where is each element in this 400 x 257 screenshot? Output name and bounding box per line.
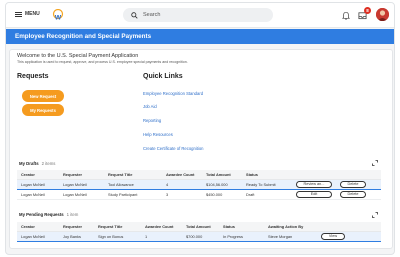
column-header: Status <box>219 222 264 232</box>
column-header: Creator <box>17 170 59 180</box>
cell-total-amount: $104,56.000 <box>202 178 242 190</box>
new-request-button[interactable]: New Request <box>22 90 64 102</box>
page-title: Employee Recognition and Special Payment… <box>15 33 152 40</box>
expand-icon[interactable] <box>372 212 378 218</box>
cell-creator: Logan McNeil <box>17 178 59 190</box>
review-button[interactable]: Review an... <box>296 180 332 188</box>
expand-icon[interactable] <box>372 160 378 166</box>
cell-awardee-count: 1 <box>141 230 182 242</box>
user-photo-icon <box>376 8 389 21</box>
cell-awardee-count: 3 <box>162 189 202 200</box>
column-header: Awardee Count <box>141 222 182 232</box>
quick-link-reporting[interactable]: Reporting <box>143 118 161 123</box>
cell-title: Tool Allowance <box>104 178 162 190</box>
page-banner: Employee Recognition and Special Payment… <box>6 29 394 44</box>
cell-status: Draft <box>242 189 292 200</box>
pending-count: 1 item <box>66 212 79 217</box>
column-header: Request Title <box>104 170 162 180</box>
search-bar[interactable]: Search <box>123 8 273 22</box>
cell-action: Review an... <box>292 178 336 190</box>
notifications-bell-icon[interactable] <box>342 11 350 20</box>
view-button[interactable]: View <box>321 232 345 240</box>
drafts-table: Creator Requester Request Title Awardee … <box>17 170 381 200</box>
cell-requester: Logan McNeil <box>59 189 104 200</box>
column-header: Total Amount <box>202 170 242 180</box>
cell-action: Delete <box>336 189 381 200</box>
cell-action: Delete <box>336 178 381 190</box>
cell-action: View <box>317 230 381 242</box>
hamburger-icon <box>15 11 22 17</box>
table-row[interactable]: Logan McNeil Logan McNeil Study Particip… <box>17 189 381 200</box>
column-header: Total Amount <box>182 222 219 232</box>
pending-section-title: My Pending Requests 1 item <box>19 212 78 217</box>
quick-link-create-certificate[interactable]: Create Certificate of Recognition <box>143 146 204 151</box>
welcome-subtitle: This application is used to request, app… <box>17 60 188 64</box>
quick-links-heading: Quick Links <box>143 73 183 80</box>
cell-title: Sign on Bonus <box>94 230 141 242</box>
column-header-actions <box>292 170 336 180</box>
workday-logo-icon[interactable]: w <box>52 9 64 21</box>
pending-title: My Pending Requests <box>19 212 64 217</box>
column-header: Request Title <box>94 222 141 232</box>
svg-text:w: w <box>54 13 62 22</box>
delete-button[interactable]: Delete <box>340 180 366 188</box>
cell-total-amount: $450.000 <box>202 189 242 200</box>
quick-link-help-resources[interactable]: Help Resources <box>143 132 173 137</box>
top-bar: MENU w Search 8 <box>6 3 394 28</box>
column-header: Creator <box>17 222 59 232</box>
column-header: Status <box>242 170 292 180</box>
cell-requester: Joy Banks <box>59 230 94 242</box>
table-header-row: Creator Requester Request Title Awardee … <box>17 222 381 232</box>
cell-title: Study Participant <box>104 189 162 200</box>
menu-button[interactable]: MENU <box>15 11 40 17</box>
drafts-title: My Drafts <box>19 161 39 166</box>
search-placeholder: Search <box>143 12 161 18</box>
cell-creator: Logan McNeil <box>17 230 59 242</box>
table-header-row: Creator Requester Request Title Awardee … <box>17 170 381 180</box>
cell-awaiting: Steve Morgan <box>264 230 317 242</box>
column-header: Awardee Count <box>162 170 202 180</box>
requests-heading: Requests <box>17 73 49 80</box>
column-header-actions <box>317 222 381 232</box>
delete-button[interactable]: Delete <box>340 190 366 198</box>
user-avatar[interactable] <box>376 8 389 21</box>
cell-requester: Logan McNeil <box>59 178 104 190</box>
quick-link-job-aid[interactable]: Job Aid <box>143 104 157 109</box>
drafts-section-title: My Drafts 2 items <box>19 161 55 166</box>
search-icon <box>131 11 138 19</box>
app-window: MENU w Search 8 Employee Recognition and… <box>5 2 395 255</box>
my-requests-button[interactable]: My Requests <box>22 104 64 116</box>
cell-status: Ready To Submit <box>242 178 292 190</box>
column-header: Requester <box>59 222 94 232</box>
cell-action: Edit <box>292 189 336 200</box>
table-row[interactable]: Logan McNeil Joy Banks Sign on Bonus 1 $… <box>17 230 381 242</box>
cell-status: In Progress <box>219 230 264 242</box>
quick-link-recognition-standard[interactable]: Employee Recognition Standard <box>143 91 203 96</box>
column-header: Requester <box>59 170 104 180</box>
cell-creator: Logan McNeil <box>17 189 59 200</box>
cell-total-amount: $700.000 <box>182 230 219 242</box>
welcome-title: Welcome to the U.S. Special Payment Appl… <box>17 53 139 59</box>
inbox-badge: 8 <box>364 7 371 14</box>
drafts-count: 2 items <box>41 161 56 166</box>
edit-button[interactable]: Edit <box>296 190 332 198</box>
menu-label: MENU <box>25 11 40 17</box>
pending-table: Creator Requester Request Title Awardee … <box>17 222 381 242</box>
column-header: Awaiting Action By <box>264 222 317 232</box>
table-row[interactable]: Logan McNeil Logan McNeil Tool Allowance… <box>17 178 381 190</box>
column-header-actions <box>336 170 381 180</box>
cell-awardee-count: 4 <box>162 178 202 190</box>
